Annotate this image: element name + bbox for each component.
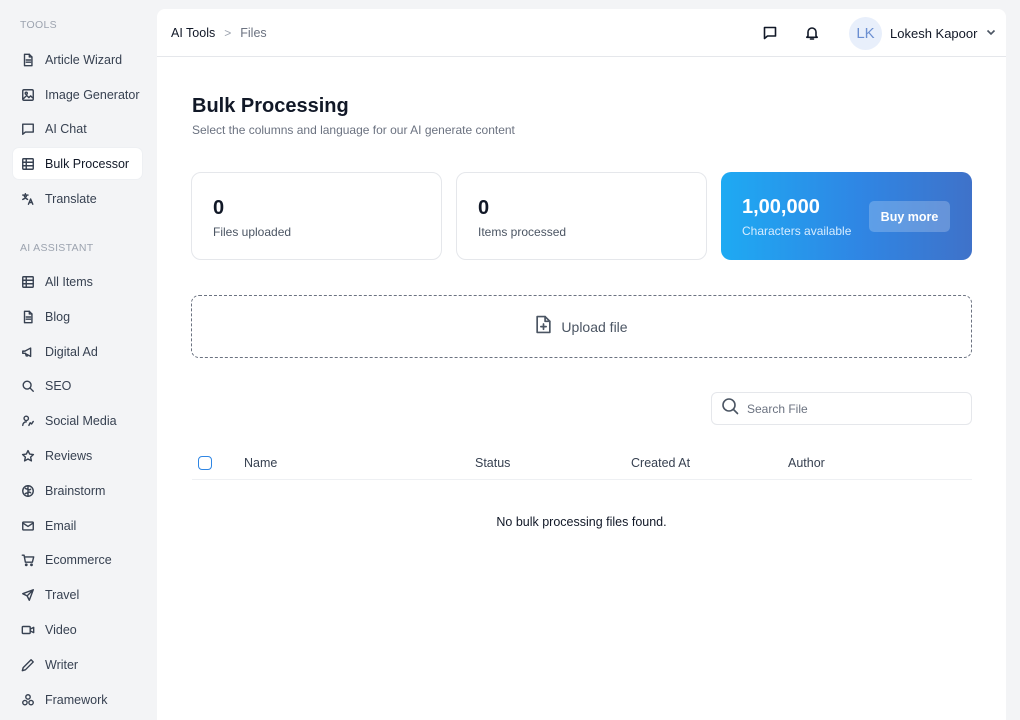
sidebar-item-label: Bulk Processor xyxy=(45,156,130,171)
items-processed-label: Items processed xyxy=(478,225,567,239)
bell-icon[interactable] xyxy=(804,25,820,41)
file-plus-icon xyxy=(535,315,552,339)
table-icon xyxy=(21,157,35,171)
search-icon xyxy=(21,379,35,393)
star-icon xyxy=(21,449,35,463)
empty-state-message: No bulk processing files found. xyxy=(496,515,667,529)
chat-icon xyxy=(21,122,35,136)
column-header-author[interactable]: Author xyxy=(788,456,825,470)
table-icon xyxy=(21,275,35,289)
people-icon xyxy=(21,414,35,428)
megaphone-icon xyxy=(21,345,35,359)
sidebar-item-label: Email xyxy=(45,518,77,533)
sidebar-item-blog[interactable]: Blog xyxy=(13,301,142,332)
sidebar-item-label: Travel xyxy=(45,587,80,602)
items-processed-value: 0 xyxy=(478,197,490,219)
sidebar-item-ecommerce[interactable]: Ecommerce xyxy=(13,544,142,575)
mail-icon xyxy=(21,519,35,533)
characters-available-card: 1,00,000 Characters available Buy more xyxy=(721,172,972,260)
plane-icon xyxy=(21,588,35,602)
breadcrumb: AI Tools > Files xyxy=(171,26,267,40)
breadcrumb-current: Files xyxy=(240,25,267,40)
page-title: Bulk Processing xyxy=(192,95,349,117)
image-icon xyxy=(21,88,35,102)
sidebar-item-label: Translate xyxy=(45,191,97,206)
sidebar-item-label: Blog xyxy=(45,309,71,324)
document-icon xyxy=(21,310,35,324)
select-all-checkbox[interactable] xyxy=(198,456,212,470)
upload-file-label: Upload file xyxy=(561,318,628,335)
sidebar-item-digital-ad[interactable]: Digital Ad xyxy=(13,336,142,367)
column-header-status[interactable]: Status xyxy=(475,456,510,470)
sidebar-item-video[interactable]: Video xyxy=(13,614,142,645)
messages-icon[interactable] xyxy=(762,25,778,41)
chevron-down-icon xyxy=(985,25,997,43)
pen-icon xyxy=(21,658,35,672)
sidebar-item-label: Video xyxy=(45,622,77,637)
user-name: Lokesh Kapoor xyxy=(890,26,978,41)
sidebar-item-label: Social Media xyxy=(45,413,117,428)
sidebar-item-label: Image Generator xyxy=(45,87,140,102)
sidebar-item-label: SEO xyxy=(45,378,72,393)
breadcrumb-root[interactable]: AI Tools xyxy=(171,26,215,40)
breadcrumb-separator: > xyxy=(224,25,232,40)
sidebar-item-reviews[interactable]: Reviews xyxy=(13,440,142,471)
sidebar-item-label: Digital Ad xyxy=(45,344,98,359)
sidebar-item-label: Reviews xyxy=(45,448,93,463)
search-box xyxy=(711,392,972,425)
search-icon xyxy=(721,397,739,420)
items-processed-card: 0 Items processed xyxy=(456,172,707,260)
avatar: LK xyxy=(849,17,882,50)
files-uploaded-card: 0 Files uploaded xyxy=(191,172,442,260)
sidebar-item-label: AI Chat xyxy=(45,121,87,136)
brain-icon xyxy=(21,484,35,498)
sidebar-item-brainstorm[interactable]: Brainstorm xyxy=(13,475,142,506)
sidebar-item-ai-chat[interactable]: AI Chat xyxy=(13,113,142,144)
sidebar-item-email[interactable]: Email xyxy=(13,510,142,541)
tools-section-title: TOOLS xyxy=(20,19,57,31)
column-header-created-at[interactable]: Created At xyxy=(631,456,690,470)
sidebar-item-seo[interactable]: SEO xyxy=(13,370,142,401)
sidebar-item-label: Brainstorm xyxy=(45,483,106,498)
sidebar-item-social-media[interactable]: Social Media xyxy=(13,405,142,436)
upload-file-dropzone[interactable]: Upload file xyxy=(191,295,972,358)
sidebar-item-writer[interactable]: Writer xyxy=(13,649,142,680)
sidebar-item-travel[interactable]: Travel xyxy=(13,579,142,610)
main-panel: AI Tools > Files LK Lokesh Kapoor Bulk P… xyxy=(157,9,1006,720)
files-uploaded-label: Files uploaded xyxy=(213,225,292,239)
sidebar-item-label: Framework xyxy=(45,692,108,707)
files-uploaded-value: 0 xyxy=(213,197,225,219)
sidebar-item-bulk-processor[interactable]: Bulk Processor xyxy=(13,148,142,179)
sidebar-item-article-wizard[interactable]: Article Wizard xyxy=(13,44,142,75)
framework-icon xyxy=(21,693,35,707)
sidebar-item-translate[interactable]: Translate xyxy=(13,183,142,214)
buy-more-button[interactable]: Buy more xyxy=(869,201,950,232)
cart-icon xyxy=(21,553,35,567)
sidebar-item-all-items[interactable]: All Items xyxy=(13,266,142,297)
ai-assistant-section-title: AI ASSISTANT xyxy=(20,242,94,254)
page-subtitle: Select the columns and language for our … xyxy=(192,123,515,137)
sidebar-item-label: Ecommerce xyxy=(45,552,112,567)
search-input[interactable] xyxy=(747,401,947,416)
characters-available-label: Characters available xyxy=(742,224,852,238)
column-header-name[interactable]: Name xyxy=(244,456,277,470)
sidebar: TOOLS Article Wizard Image Generator AI … xyxy=(0,0,156,720)
sidebar-item-label: Article Wizard xyxy=(45,52,123,67)
top-bar: AI Tools > Files LK Lokesh Kapoor xyxy=(157,9,1006,57)
user-menu[interactable]: LK Lokesh Kapoor xyxy=(849,17,997,50)
video-icon xyxy=(21,623,35,637)
characters-available-value: 1,00,000 xyxy=(742,196,820,218)
sidebar-item-framework[interactable]: Framework xyxy=(13,684,142,715)
sidebar-item-label: All Items xyxy=(45,274,93,289)
document-icon xyxy=(21,53,35,67)
table-header: Name Status Created At Author xyxy=(192,447,972,480)
sidebar-item-label: Writer xyxy=(45,657,79,672)
translate-icon xyxy=(21,192,35,206)
sidebar-item-image-generator[interactable]: Image Generator xyxy=(13,79,142,110)
